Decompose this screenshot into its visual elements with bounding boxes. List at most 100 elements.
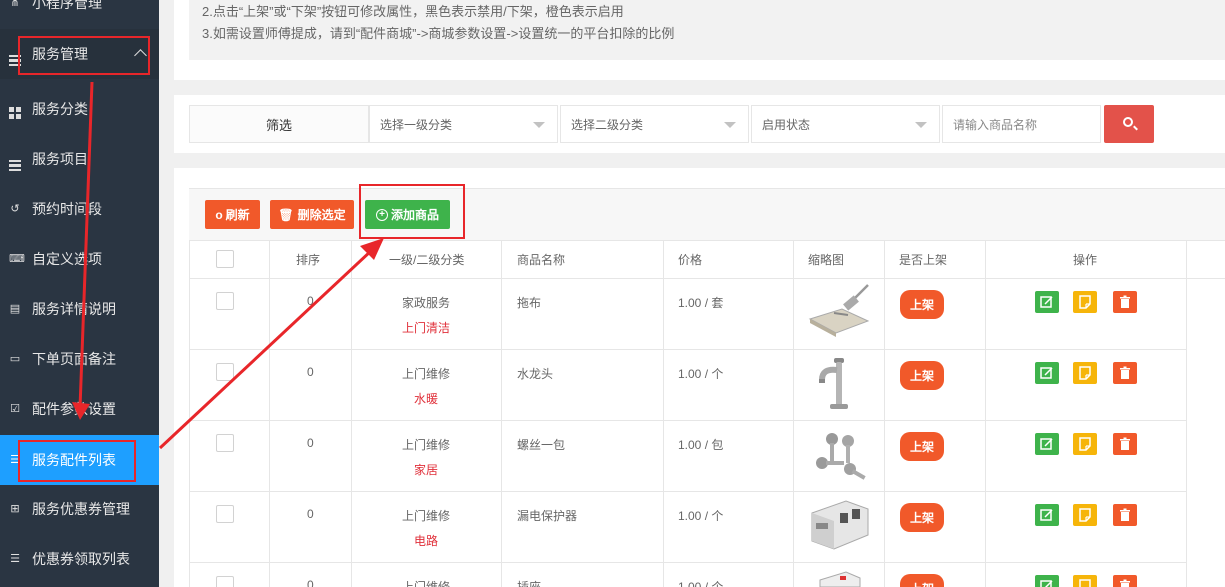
notice-box: 2.点击“上架”或“下架”按钮可修改属性，黑色表示禁用/下架，橙色表示启用 3.… (189, 0, 1225, 60)
sidebar-item-time-slot[interactable]: ↺ 预约时间段 (0, 184, 159, 234)
sidebar-item-service-detail[interactable]: ▤ 服务详情说明 (0, 284, 159, 334)
search-placeholder: 请输入商品名称 (953, 117, 1038, 132)
trash-icon: 🗑 (278, 207, 294, 222)
search-button[interactable] (1104, 105, 1154, 143)
delete-button[interactable] (1113, 575, 1137, 587)
list-icon (9, 153, 21, 171)
listed-toggle-button[interactable]: 上架 (900, 290, 944, 319)
sidebar-item-coupon-management[interactable]: ⊞ 服务优惠券管理 (0, 484, 159, 534)
header-sort: 排序 (296, 253, 321, 267)
row-product-name: 拖布 (517, 296, 542, 310)
sidebar-item-order-remark[interactable]: ▭ 下单页面备注 (0, 334, 159, 384)
dropdown-arrow-icon (915, 122, 927, 128)
note-button[interactable] (1073, 362, 1097, 384)
note-button[interactable] (1073, 504, 1097, 526)
row-category-1: 家政服务 (402, 296, 451, 310)
filter-label: 筛选 (189, 105, 369, 143)
note-button[interactable] (1073, 291, 1097, 313)
history-icon: ↺ (10, 203, 20, 215)
sitemap-icon: ⋔ (10, 0, 20, 9)
edit-button[interactable] (1035, 291, 1059, 313)
note-button[interactable] (1073, 433, 1097, 455)
select-text: 选择一级分类 (380, 117, 453, 132)
select-all-checkbox[interactable] (216, 250, 234, 268)
note-button[interactable] (1073, 575, 1097, 587)
row-sort: 0 (307, 507, 314, 521)
delete-button[interactable] (1113, 504, 1137, 526)
sidebar-item-service-category[interactable]: 服务分类 (0, 84, 159, 134)
sidebar-item-label: 服务优惠券管理 (32, 501, 130, 517)
sidebar-item-service-project[interactable]: 服务项目 (0, 134, 159, 184)
select-text: 启用状态 (762, 117, 811, 132)
delete-button[interactable] (1113, 362, 1137, 384)
sidebar-item-miniprogram[interactable]: ⋔ 小程序管理 (0, 0, 159, 28)
delete-button[interactable] (1113, 433, 1137, 455)
header-category: 一级/二级分类 (389, 253, 465, 267)
screws-thumbnail (806, 425, 872, 485)
row-checkbox[interactable] (216, 505, 234, 523)
delete-selected-label: 删除选定 (297, 208, 346, 222)
row-category-1: 上门维修 (402, 580, 451, 587)
edit-button[interactable] (1035, 362, 1059, 384)
grid-icon (9, 103, 21, 119)
row-category-1: 上门维修 (402, 367, 451, 381)
annotation-box-add-product (359, 184, 465, 239)
listed-toggle-button[interactable]: 上架 (900, 432, 944, 461)
row-sort: 0 (307, 365, 314, 379)
refresh-label: 刷新 (225, 208, 250, 222)
sidebar-item-label: 下单页面备注 (32, 351, 116, 367)
row-checkbox[interactable] (216, 292, 234, 310)
row-category-2: 水暖 (414, 392, 439, 406)
status-select[interactable]: 启用状态 (751, 105, 940, 143)
header-product-name: 商品名称 (517, 253, 566, 267)
row-checkbox[interactable] (216, 576, 234, 587)
select-text: 选择二级分类 (571, 117, 644, 132)
sidebar-item-label: 自定义选项 (32, 251, 102, 267)
breaker-thumbnail (806, 495, 872, 555)
sidebar-item-coupon-claims[interactable]: ☰ 优惠券领取列表 (0, 534, 159, 584)
listed-toggle-button[interactable]: 上架 (900, 503, 944, 532)
socket-thumbnail (806, 570, 872, 587)
row-sort: 0 (307, 294, 314, 308)
faucet-thumbnail (806, 354, 872, 414)
product-name-input[interactable]: 请输入商品名称 (942, 105, 1101, 143)
delete-button[interactable] (1113, 291, 1137, 313)
row-category-2: 家居 (414, 463, 439, 477)
document-icon: ▤ (9, 303, 21, 315)
first-category-select[interactable]: 选择一级分类 (369, 105, 558, 143)
row-price: 1.00 / 个 (678, 367, 724, 381)
header-listed: 是否上架 (899, 253, 948, 267)
sidebar-item-label: 配件参数设置 (32, 401, 116, 417)
sidebar-item-label: 服务分类 (32, 101, 88, 117)
row-price: 1.00 / 个 (678, 509, 724, 523)
delete-selected-button[interactable]: 🗑 删除选定 (270, 200, 354, 229)
notice-line-2: 2.点击“上架”或“下架”按钮可修改属性，黑色表示禁用/下架，橙色表示启用 (202, 4, 624, 19)
row-price: 1.00 / 套 (678, 296, 724, 310)
annotation-box-parts-list (18, 440, 136, 482)
dropdown-arrow-icon (533, 122, 545, 128)
row-product-name: 漏电保护器 (517, 509, 578, 523)
row-product-name: 螺丝一包 (517, 438, 566, 452)
edit-button[interactable] (1035, 504, 1059, 526)
refresh-icon: o (215, 207, 223, 222)
header-thumbnail: 缩略图 (808, 253, 845, 267)
row-checkbox[interactable] (216, 363, 234, 381)
sidebar-item-label: 优惠券领取列表 (32, 551, 130, 567)
edit-button[interactable] (1035, 433, 1059, 455)
header-price: 价格 (678, 253, 703, 267)
edit-button[interactable] (1035, 575, 1059, 587)
keyboard-icon: ⌨ (9, 253, 25, 265)
row-sort: 0 (307, 436, 314, 450)
row-category-1: 上门维修 (402, 438, 451, 452)
second-category-select[interactable]: 选择二级分类 (560, 105, 749, 143)
listed-toggle-button[interactable]: 上架 (900, 361, 944, 390)
row-product-name: 插座 (517, 580, 542, 587)
row-sort: 0 (307, 578, 314, 587)
listed-toggle-button[interactable]: 上架 (900, 574, 944, 587)
refresh-button[interactable]: o 刷新 (205, 200, 260, 229)
row-category-1: 上门维修 (402, 509, 451, 523)
sidebar-item-parts-settings[interactable]: ☑ 配件参数设置 (0, 384, 159, 434)
sidebar-item-custom-option[interactable]: ⌨ 自定义选项 (0, 234, 159, 284)
sidebar-item-label: 服务项目 (32, 151, 88, 167)
row-checkbox[interactable] (216, 434, 234, 452)
